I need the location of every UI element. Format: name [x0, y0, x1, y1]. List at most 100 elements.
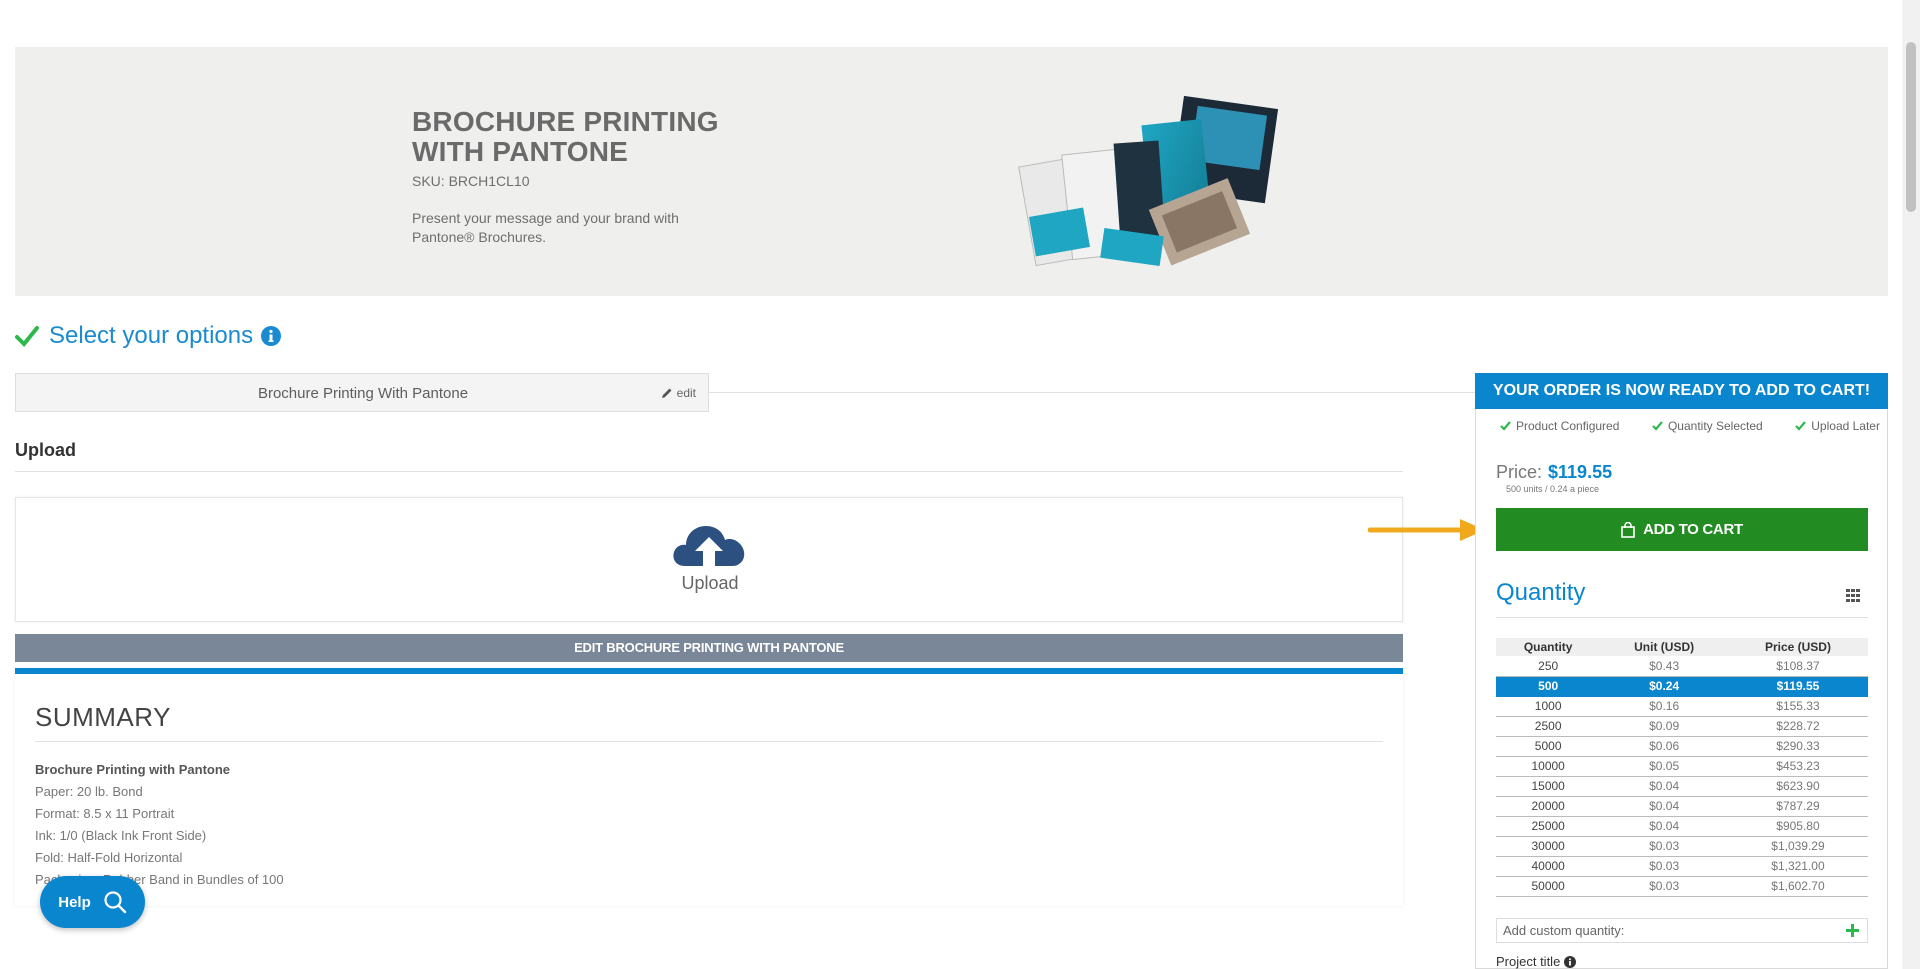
- page: BROCHURE PRINTING WITH PANTONE SKU: BRCH…: [0, 0, 1920, 969]
- quantity-cell: 20000: [1496, 796, 1601, 817]
- product-hero: BROCHURE PRINTING WITH PANTONE SKU: BRCH…: [15, 47, 1888, 296]
- brochure-product-image: [1018, 95, 1279, 267]
- quantity-cell: 15000: [1496, 776, 1601, 797]
- upload-dropzone[interactable]: Upload: [15, 497, 1403, 622]
- select-options-title: Select your options: [49, 322, 254, 349]
- info-icon[interactable]: [261, 326, 282, 346]
- quantity-row[interactable]: 40000 $0.03 $1,321.00: [1496, 856, 1868, 877]
- total-price-cell: $1,602.70: [1727, 876, 1868, 897]
- total-price-cell: $119.55: [1727, 676, 1868, 697]
- quantity-row[interactable]: 5000 $0.06 $290.33: [1496, 736, 1868, 757]
- help-button-label: Help: [58, 893, 91, 911]
- column-header: Price (USD): [1727, 638, 1868, 656]
- quantity-row[interactable]: 30000 $0.03 $1,039.29: [1496, 836, 1868, 857]
- configured-product-label: Brochure Printing With Pantone: [257, 385, 469, 402]
- quantity-row[interactable]: 15000 $0.04 $623.90: [1496, 776, 1868, 797]
- grid-view-icon[interactable]: [1846, 589, 1860, 603]
- quantity-cell: 5000: [1496, 736, 1601, 757]
- quantity-cell: 40000: [1496, 856, 1601, 877]
- plus-icon[interactable]: [1846, 924, 1859, 937]
- summary-list: Brochure Printing with Pantone Paper: 20…: [35, 759, 284, 891]
- status-product-configured: Product Configured: [1500, 419, 1619, 433]
- arrow-right-icon: [1368, 519, 1485, 541]
- status-label: Product Configured: [1516, 419, 1620, 433]
- project-title-label: Project title: [1496, 954, 1577, 969]
- total-price-cell: $1,321.00: [1727, 856, 1868, 877]
- quantity-row[interactable]: 10000 $0.05 $453.23: [1496, 756, 1868, 777]
- order-status-row: Product Configured Quantity Selected Upl…: [1500, 419, 1880, 433]
- unit-price-cell: $0.03: [1600, 876, 1728, 897]
- check-icon: [1500, 421, 1511, 431]
- quantity-rule: [1496, 617, 1868, 618]
- upload-heading-rule: [15, 471, 1403, 472]
- summary-line: Format: 8.5 x 11 Portrait: [35, 806, 175, 821]
- quantity-row[interactable]: 25000 $0.04 $905.80: [1496, 816, 1868, 837]
- quantity-cell: 250: [1496, 656, 1601, 677]
- quantity-cell: 500: [1496, 676, 1601, 697]
- scrollbar-thumb[interactable]: [1906, 42, 1916, 212]
- hero-text: BROCHURE PRINTING WITH PANTONE SKU: BRCH…: [412, 107, 732, 247]
- quantity-price-table: Quantity Unit (USD) Price (USD) 250 $0.43…: [1496, 638, 1868, 897]
- summary-line: Paper: 20 lb. Bond: [35, 784, 143, 799]
- status-label: Upload Later: [1811, 419, 1880, 433]
- check-icon: [1795, 421, 1807, 431]
- quantity-row[interactable]: 1000 $0.16 $155.33: [1496, 696, 1868, 717]
- unit-price-cell: $0.04: [1600, 776, 1728, 797]
- custom-quantity-field: [1496, 918, 1868, 943]
- unit-price-cell: $0.43: [1600, 656, 1728, 677]
- total-price-cell: $623.90: [1727, 776, 1868, 797]
- unit-price-cell: $0.05: [1600, 756, 1728, 777]
- check-icon: [15, 326, 39, 347]
- help-button[interactable]: Help: [40, 876, 145, 928]
- total-price-cell: $787.29: [1727, 796, 1868, 817]
- order-sidebar: YOUR ORDER IS NOW READY TO ADD TO CART! …: [1475, 373, 1888, 969]
- summary-line: Fold: Half-Fold Horizontal: [35, 850, 183, 865]
- upload-heading: Upload: [15, 440, 76, 460]
- price-value: $119.55: [1548, 462, 1613, 482]
- configured-product-box: Brochure Printing With Pantone edit: [15, 373, 709, 412]
- summary-title: SUMMARY: [35, 702, 171, 732]
- quantity-row[interactable]: 50000 $0.03 $1,602.70: [1496, 876, 1868, 897]
- edit-product-link[interactable]: edit: [661, 386, 696, 400]
- summary-product: Brochure Printing with Pantone: [35, 762, 231, 777]
- unit-price-cell: $0.04: [1600, 796, 1728, 817]
- total-price-cell: $453.23: [1727, 756, 1868, 777]
- quantity-cell: 10000: [1496, 756, 1601, 777]
- quantity-row[interactable]: 2500 $0.09 $228.72: [1496, 716, 1868, 737]
- unit-price-cell: $0.09: [1600, 716, 1728, 737]
- price-line: Price: $119.55: [1496, 462, 1612, 483]
- status-label: Quantity Selected: [1667, 419, 1763, 433]
- quantity-cell: 2500: [1496, 716, 1601, 737]
- project-title-text: Project title: [1496, 954, 1561, 969]
- product-description: Present your message and your brand with…: [412, 210, 679, 245]
- check-icon: [1652, 421, 1663, 431]
- total-price-cell: $108.37: [1727, 656, 1868, 677]
- total-price-cell: $905.80: [1727, 816, 1868, 837]
- quantity-cell: 50000: [1496, 876, 1601, 897]
- custom-quantity-input[interactable]: [1497, 919, 1827, 942]
- unit-price-cell: $0.24: [1600, 676, 1728, 697]
- total-price-cell: $1,039.29: [1727, 836, 1868, 857]
- quantity-title: Quantity: [1496, 579, 1586, 606]
- quantity-row[interactable]: 500 $0.24 $119.55: [1496, 676, 1868, 697]
- add-to-cart-button[interactable]: ADD TO CART: [1496, 508, 1868, 551]
- quantity-cell: 30000: [1496, 836, 1601, 857]
- price-label: Price:: [1496, 462, 1543, 482]
- total-price-cell: $290.33: [1727, 736, 1868, 757]
- status-quantity-selected: Quantity Selected: [1652, 419, 1763, 433]
- info-icon[interactable]: [1564, 955, 1577, 968]
- quantity-row[interactable]: 250 $0.43 $108.37: [1496, 656, 1868, 677]
- unit-price-cell: $0.03: [1600, 836, 1728, 857]
- cloud-upload-icon: [673, 526, 745, 566]
- quantity-cell: 1000: [1496, 696, 1601, 717]
- unit-price-cell: $0.04: [1600, 816, 1728, 837]
- quantity-cell: 25000: [1496, 816, 1601, 837]
- page-scrollbar[interactable]: [1902, 0, 1920, 969]
- edit-product-bar[interactable]: EDIT BROCHURE PRINTING WITH PANTONE: [15, 634, 1403, 662]
- shopping-bag-icon: [1621, 521, 1635, 538]
- product-sku: SKU: BRCH1CL10: [412, 173, 530, 189]
- unit-price-cell: $0.06: [1600, 736, 1728, 757]
- summary-panel: SUMMARY Brochure Printing with Pantone P…: [15, 668, 1403, 906]
- order-ready-banner: YOUR ORDER IS NOW READY TO ADD TO CART!: [1475, 373, 1888, 409]
- quantity-row[interactable]: 20000 $0.04 $787.29: [1496, 796, 1868, 817]
